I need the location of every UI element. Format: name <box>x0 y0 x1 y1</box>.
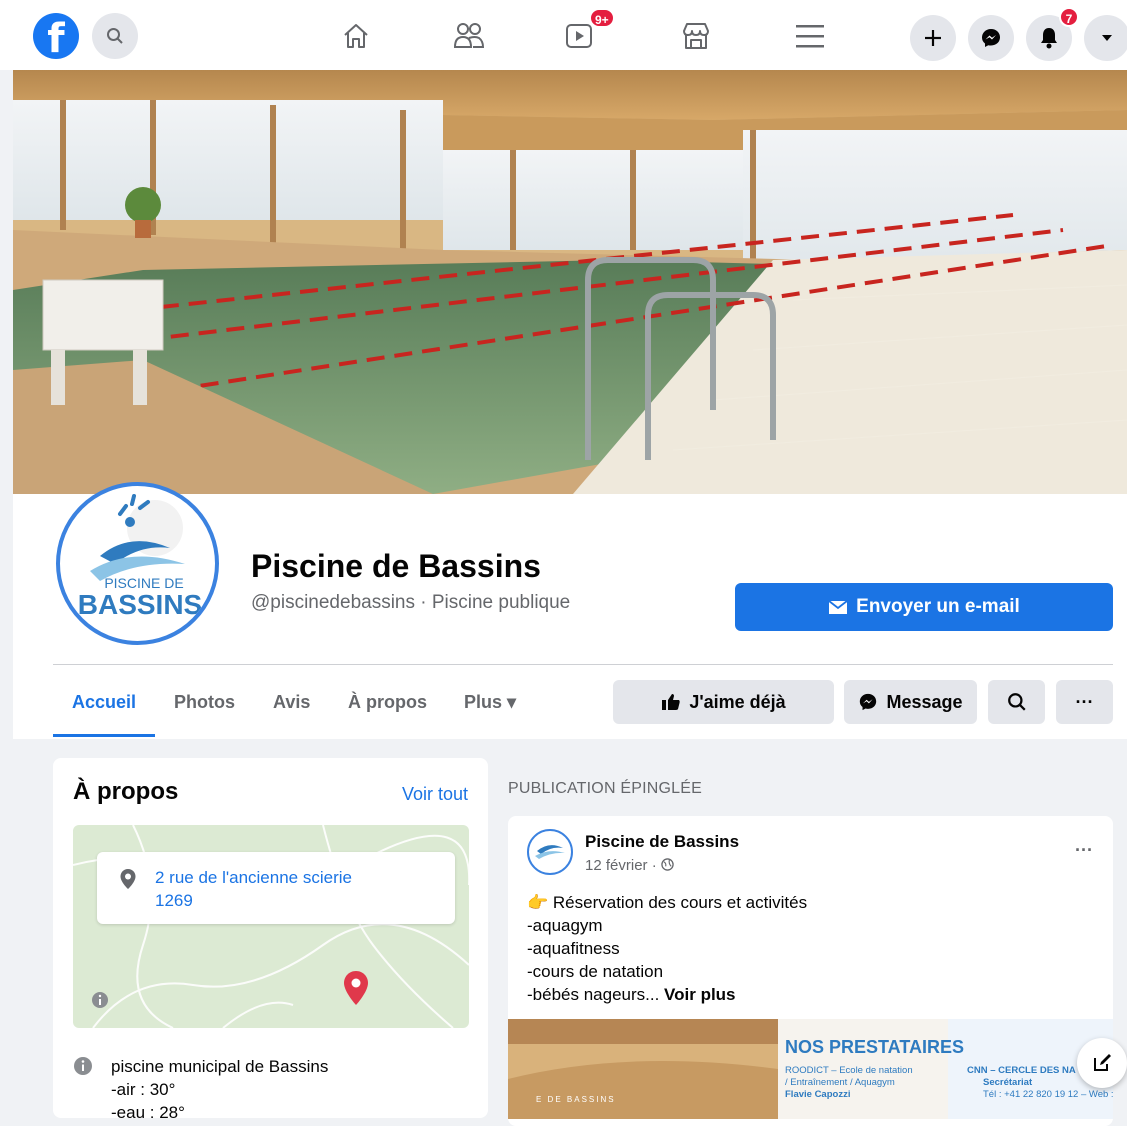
facebook-logo-letter: f <box>47 16 65 59</box>
address-line-1: 2 rue de l'ancienne scierie <box>155 868 352 887</box>
send-email-button[interactable]: Envoyer un e-mail <box>735 583 1113 631</box>
post-date-text: 12 février · <box>585 857 657 874</box>
location-pin-icon <box>120 869 136 889</box>
home-tab[interactable] <box>336 18 376 54</box>
envelope-icon <box>828 599 848 614</box>
tab-photos[interactable]: Photos <box>174 692 235 713</box>
messenger-button[interactable] <box>968 15 1014 61</box>
create-icon <box>925 30 941 46</box>
image-left-block: ROODICT – Ecole de natation / Entraîneme… <box>785 1065 913 1101</box>
image-left-line: ROODICT – Ecole de natation <box>785 1065 913 1076</box>
pinned-post-label: PUBLICATION ÉPINGLÉE <box>508 780 702 797</box>
bell-icon <box>1041 28 1057 49</box>
post-line-text: -bébés nageurs... <box>527 985 660 1004</box>
post-line: 👉 Réservation des cours et activités <box>527 891 807 914</box>
location-map[interactable]: 2 rue de l'ancienne scierie 1269 <box>73 825 469 1028</box>
logo-text-2: BASSINS <box>78 589 202 620</box>
map-info-icon[interactable] <box>91 991 109 1009</box>
notifications-badge: 7 <box>1059 7 1079 27</box>
page-header: PISCINE DE BASSINS Piscine de Bassins @p… <box>13 482 1127 739</box>
tab-avis[interactable]: Avis <box>273 692 310 713</box>
compose-icon <box>1094 1054 1111 1071</box>
watch-icon <box>566 24 592 48</box>
send-email-label: Envoyer un e-mail <box>856 596 1020 617</box>
address-popup: 2 rue de l'ancienne scierie 1269 <box>97 852 455 924</box>
about-title: À propos <box>73 778 179 805</box>
post-body: 👉 Réservation des cours et activités -aq… <box>527 891 807 1006</box>
post-line: -bébés nageurs... Voir plus <box>527 983 807 1006</box>
message-button[interactable]: Message <box>844 680 977 724</box>
messenger-icon <box>860 693 877 711</box>
marketplace-tab[interactable] <box>676 18 716 54</box>
like-button[interactable]: J'aime déjà <box>613 680 834 724</box>
page-avatar[interactable]: PISCINE DE BASSINS <box>56 482 219 645</box>
pinned-post-card: Piscine de Bassins 12 février · ··· 👉 Ré… <box>508 816 1113 1126</box>
search-icon <box>107 28 123 44</box>
like-label: J'aime déjà <box>689 691 786 712</box>
menu-tab[interactable] <box>790 18 830 54</box>
address-text[interactable]: 2 rue de l'ancienne scierie 1269 <box>155 866 352 912</box>
page-subtitle: @piscinedebassins · Piscine publique <box>251 592 571 613</box>
cover-photo[interactable] <box>13 70 1127 494</box>
see-more-link[interactable]: Voir plus <box>664 985 735 1004</box>
info-icon <box>74 1057 92 1075</box>
pointing-hand-icon: 👉 <box>527 893 549 912</box>
account-caret-icon <box>1102 35 1112 41</box>
post-line: -aquafitness <box>527 939 620 958</box>
piscine-logo-small <box>535 845 565 859</box>
search-button[interactable] <box>92 13 138 59</box>
post-line-text: Réservation des cours et activités <box>552 893 808 912</box>
post-more-button[interactable]: ··· <box>1075 840 1093 861</box>
menu-icon <box>796 25 824 48</box>
create-button[interactable] <box>910 15 956 61</box>
tab-a-propos[interactable]: À propos <box>348 692 427 713</box>
image-right-line: Tél : +41 22 820 19 12 – Web : www <box>983 1089 1113 1100</box>
more-options-button[interactable]: ··· <box>1056 680 1113 724</box>
post-line: -aquagym <box>527 916 603 935</box>
header-divider <box>53 664 1113 665</box>
see-all-link[interactable]: Voir tout <box>402 784 468 805</box>
marketplace-icon <box>683 23 709 49</box>
address-line-2: 1269 <box>155 891 193 910</box>
image-left-line: / Entraînement / Aquagym <box>785 1077 895 1088</box>
more-options-label: ··· <box>1075 691 1094 712</box>
thumbs-up-icon <box>662 694 680 710</box>
post-line: -cours de natation <box>527 962 664 981</box>
top-navigation-bar: f 9+ 7 <box>0 0 1127 70</box>
post-author-avatar[interactable] <box>527 829 573 875</box>
friends-icon <box>453 23 485 48</box>
post-image[interactable]: NOS PRESTATAIRES ROODICT – Ecole de nata… <box>508 1019 1113 1119</box>
compose-message-button[interactable] <box>1077 1038 1127 1088</box>
cover-pool-illustration <box>13 70 1127 494</box>
messenger-icon <box>982 29 1000 47</box>
page-title: Piscine de Bassins <box>251 548 541 584</box>
message-label: Message <box>886 691 963 712</box>
description-text: piscine municipal de Bassins -air : 30° … <box>111 1055 328 1124</box>
post-date[interactable]: 12 février · <box>585 857 674 874</box>
friends-tab[interactable] <box>449 18 489 54</box>
home-icon <box>344 24 368 48</box>
account-button[interactable] <box>1084 15 1127 61</box>
image-bottom-text: E DE BASSINS <box>536 1095 616 1104</box>
about-card: À propos Voir tout 2 rue de l'ancienne s… <box>53 758 488 1122</box>
tab-accueil[interactable]: Accueil <box>72 692 136 713</box>
description-line: piscine municipal de Bassins <box>111 1057 329 1076</box>
tab-plus[interactable]: Plus ▾ <box>464 692 516 713</box>
facebook-logo[interactable]: f <box>33 13 79 59</box>
watch-badge: 9+ <box>589 8 615 28</box>
globe-icon <box>661 858 674 871</box>
post-author-name[interactable]: Piscine de Bassins <box>585 832 739 852</box>
image-title: NOS PRESTATAIRES <box>785 1037 965 1057</box>
page-search-button[interactable] <box>988 680 1045 724</box>
active-tab-indicator <box>53 734 155 737</box>
description-line: -eau : 28° <box>111 1103 185 1122</box>
description-line: -air : 30° <box>111 1080 176 1099</box>
search-icon <box>1007 693 1026 711</box>
map-marker-icon <box>344 971 368 1005</box>
piscine-logo: PISCINE DE BASSINS <box>78 494 202 620</box>
image-left-line: Flavie Capozzi <box>785 1089 851 1100</box>
